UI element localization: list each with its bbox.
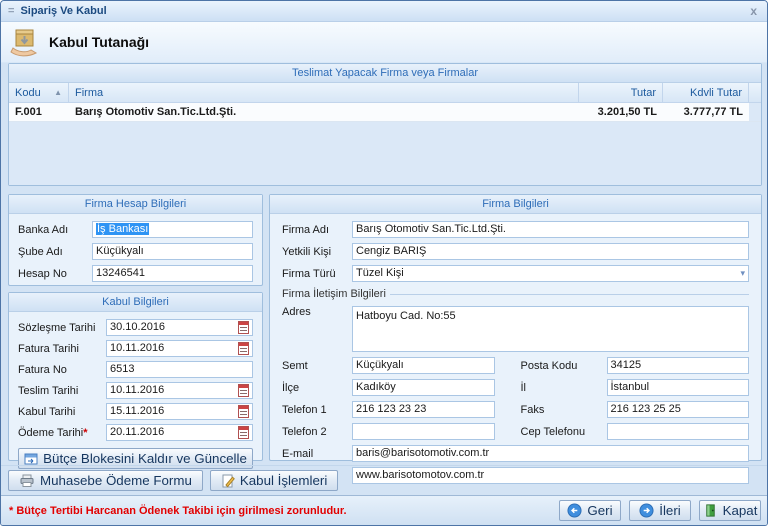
postal-code-input[interactable]: 34125: [607, 357, 750, 374]
table-row[interactable]: F.001 Barış Otomotiv San.Tic.Ltd.Şti. 3.…: [9, 103, 761, 122]
phone1-input[interactable]: 216 123 23 23: [352, 401, 495, 418]
company-type-label: Firma Türü: [282, 268, 348, 280]
invoice-date-label: Fatura Tarihi: [18, 343, 102, 355]
action-buttons-row: Muhasebe Ödeme Formu Kabul İşlemleri: [1, 465, 768, 495]
account-info-caption: Firma Hesap Bilgileri: [9, 195, 262, 214]
column-kdvli-tutar[interactable]: Kdvli Tutar: [663, 83, 749, 102]
county-input[interactable]: Kadıköy: [352, 379, 495, 396]
column-filler: [749, 83, 761, 102]
column-tutar[interactable]: Tutar: [579, 83, 663, 102]
email-input[interactable]: baris@barisotomotiv.com.tr: [352, 445, 749, 462]
branch-name-label: Şube Adı: [18, 246, 88, 258]
dialog-window: = Sipariş Ve Kabul x Kabul Tutanağı Tesl…: [0, 0, 768, 526]
account-no-input[interactable]: 13246541: [92, 265, 253, 282]
package-in-hand-icon: [10, 27, 40, 57]
account-no-label: Hesap No: [18, 268, 88, 280]
company-name-input[interactable]: Barış Otomotiv San.Tic.Ltd.Şti.: [352, 221, 749, 238]
firms-table-caption: Teslimat Yapacak Firma veya Firmalar: [9, 64, 761, 83]
invoice-no-label: Fatura No: [18, 364, 102, 376]
address-label: Adres: [282, 306, 348, 318]
company-name-label: Firma Adı: [282, 224, 348, 236]
payment-date-input[interactable]: 20.11.2016: [106, 424, 253, 441]
cell-firma: Barış Otomotiv San.Tic.Ltd.Şti.: [69, 103, 579, 121]
contact-info-subcaption: Firma İletişim Bilgileri: [282, 287, 749, 301]
edit-pencil-icon: [221, 474, 235, 488]
firms-table-group: Teslimat Yapacak Firma veya Firmalar Kod…: [8, 63, 762, 186]
required-asterisk: *: [83, 427, 87, 439]
address-textarea[interactable]: Hatboyu Cad. No:55: [352, 306, 749, 352]
mobile-phone-input[interactable]: [607, 423, 750, 440]
cell-tutar: 3.201,50 TL: [579, 103, 663, 121]
calendar-icon[interactable]: [238, 342, 249, 355]
calendar-icon[interactable]: [238, 384, 249, 397]
payment-date-label: Ödeme Tarihi*: [18, 427, 102, 439]
arrow-left-circle-icon: [567, 503, 582, 518]
phone2-input[interactable]: [352, 423, 495, 440]
phone2-label: Telefon 2: [282, 426, 348, 438]
invoice-date-input[interactable]: 10.11.2016: [106, 340, 253, 357]
table-empty-area: [9, 122, 761, 185]
column-kodu[interactable]: Kodu ▲: [9, 83, 69, 102]
page-header: Kabul Tutanağı: [1, 22, 767, 63]
acceptance-info-caption: Kabul Bilgileri: [9, 293, 262, 312]
acceptance-date-label: Kabul Tarihi: [18, 406, 102, 418]
footer-bar: * Bütçe Tertibi Harcanan Ödenek Takibi i…: [1, 495, 768, 525]
page-title: Kabul Tutanağı: [49, 34, 149, 50]
calendar-icon[interactable]: [238, 405, 249, 418]
close-button[interactable]: Kapat: [699, 500, 761, 521]
calendar-icon[interactable]: [238, 321, 249, 334]
forward-button[interactable]: İleri: [629, 500, 691, 521]
fax-input[interactable]: 216 123 25 25: [607, 401, 750, 418]
bank-name-label: Banka Adı: [18, 224, 88, 236]
phone1-label: Telefon 1: [282, 404, 348, 416]
acceptance-operations-button[interactable]: Kabul İşlemleri: [210, 470, 338, 491]
sort-asc-icon: ▲: [54, 84, 62, 102]
delivery-date-input[interactable]: 10.11.2016: [106, 382, 253, 399]
close-icon[interactable]: x: [747, 4, 760, 18]
city-input[interactable]: İstanbul: [607, 379, 750, 396]
fax-label: Faks: [521, 404, 603, 416]
branch-name-input[interactable]: Küçükyalı: [92, 243, 253, 260]
cell-kdvli-tutar: 3.777,77 TL: [663, 103, 749, 121]
divider: [390, 294, 749, 295]
company-type-select[interactable]: Tüzel Kişi▾: [352, 265, 749, 282]
title-bar: = Sipariş Ve Kabul x: [1, 1, 767, 22]
invoice-no-input[interactable]: 6513: [106, 361, 253, 378]
back-button[interactable]: Geri: [559, 500, 621, 521]
district-input[interactable]: Küçükyalı: [352, 357, 495, 374]
arrow-right-circle-icon: [639, 503, 654, 518]
company-info-caption: Firma Bilgileri: [270, 195, 761, 214]
window-title: Sipariş Ve Kabul: [20, 5, 106, 17]
budget-update-icon: [24, 453, 38, 465]
contract-date-label: Sözleşme Tarihi: [18, 322, 102, 334]
bank-name-input[interactable]: İş Bankası: [92, 221, 253, 238]
chevron-down-icon[interactable]: ▾: [740, 266, 745, 281]
contact-person-input[interactable]: Cengiz BARIŞ: [352, 243, 749, 260]
cell-kodu: F.001: [9, 103, 69, 121]
selected-text: İş Bankası: [96, 223, 149, 235]
account-info-group: Firma Hesap Bilgileri Banka Adı İş Banka…: [8, 194, 263, 286]
contact-person-label: Yetkili Kişi: [282, 246, 348, 258]
email-label: E-mail: [282, 448, 348, 460]
postal-code-label: Posta Kodu: [521, 360, 603, 372]
contract-date-input[interactable]: 30.10.2016: [106, 319, 253, 336]
window-menu-icon[interactable]: =: [8, 6, 14, 17]
mobile-phone-label: Cep Telefonu: [521, 426, 603, 438]
accounting-payment-form-button[interactable]: Muhasebe Ödeme Formu: [8, 470, 203, 491]
table-column-header: Kodu ▲ Firma Tutar Kdvli Tutar: [9, 83, 761, 103]
printer-icon: [19, 474, 35, 488]
acceptance-info-group: Kabul Bilgileri Sözleşme Tarihi 30.10.20…: [8, 292, 263, 461]
acceptance-date-input[interactable]: 15.11.2016: [106, 403, 253, 420]
county-label: İlçe: [282, 382, 348, 394]
company-info-group: Firma Bilgileri Firma Adı Barış Otomotiv…: [269, 194, 762, 461]
district-label: Semt: [282, 360, 348, 372]
column-firma[interactable]: Firma: [69, 83, 579, 102]
required-note: * Bütçe Tertibi Harcanan Ödenek Takibi i…: [9, 505, 347, 517]
exit-door-icon: [703, 503, 718, 518]
calendar-icon[interactable]: [238, 426, 249, 439]
city-label: İl: [521, 382, 603, 394]
delivery-date-label: Teslim Tarihi: [18, 385, 102, 397]
